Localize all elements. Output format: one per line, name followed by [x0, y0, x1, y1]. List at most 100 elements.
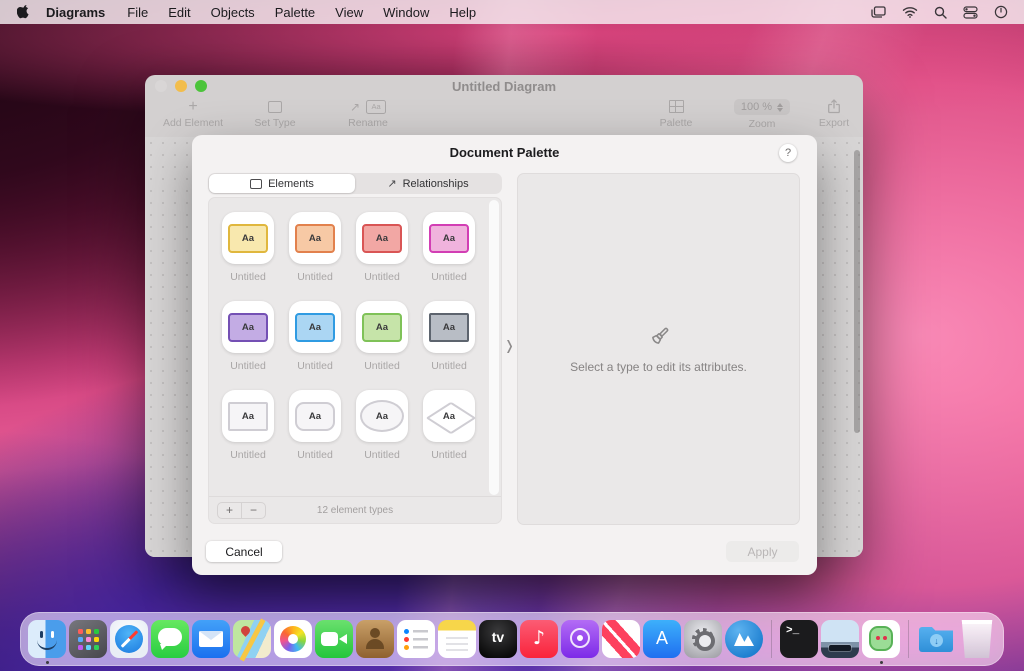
element-type-label: Untitled [431, 449, 467, 461]
element-type-card[interactable]: Aa [289, 301, 341, 353]
cancel-button[interactable]: Cancel [206, 541, 282, 562]
set-type-button[interactable]: Set Type [240, 99, 310, 129]
minimize-window-button[interactable] [175, 80, 187, 92]
tab-relationships[interactable]: ↗ Relationships [355, 174, 501, 193]
rename-aa-icon: Aa [366, 100, 386, 114]
zoom-window-button[interactable] [195, 80, 207, 92]
stepper-arrows-icon[interactable] [777, 103, 783, 112]
close-window-button[interactable] [155, 80, 167, 92]
help-button[interactable]: ? [779, 144, 797, 162]
dock-icon-mail[interactable] [192, 620, 230, 658]
dock-icon-screenshot[interactable] [821, 620, 859, 658]
element-type-card[interactable]: Aa [222, 212, 274, 264]
relationship-arrow-icon: ↗ [387, 177, 396, 190]
palette-left-panel: Elements ↗ Relationships Aa Untitled Aa Unt… [208, 173, 502, 524]
export-button[interactable]: Export [813, 99, 855, 129]
palette-button[interactable]: Palette [641, 99, 711, 129]
dock-icon-safari[interactable] [110, 620, 148, 658]
spotlight-search-icon[interactable] [934, 6, 947, 19]
dock-icon-downloads[interactable] [917, 620, 955, 658]
dock-icon-maps[interactable] [233, 620, 271, 658]
element-type-2: AaUntitled [356, 212, 408, 283]
roundrect-swatch: Aa [362, 224, 402, 253]
element-type-card[interactable]: Aa [289, 212, 341, 264]
list-scrollbar[interactable] [489, 200, 499, 495]
running-indicator [46, 661, 49, 664]
element-type-card[interactable]: Aa [356, 390, 408, 442]
zoom-stepper[interactable]: 100 % [734, 99, 790, 115]
element-type-card[interactable]: Aa [222, 390, 274, 442]
element-type-card[interactable]: Aa [423, 212, 475, 264]
apply-button[interactable]: Apply [726, 541, 799, 562]
wifi-icon[interactable] [902, 6, 918, 18]
sample-text: Aa [376, 322, 388, 333]
dock-icon-facetime[interactable] [315, 620, 353, 658]
window-scrollbar[interactable] [854, 150, 860, 433]
dock-icon-notes[interactable] [438, 620, 476, 658]
dock-divider [908, 620, 909, 658]
plus-icon: + [188, 100, 197, 113]
dock-icon-photos[interactable] [274, 620, 312, 658]
dock-icon-settings[interactable] [684, 620, 722, 658]
apple-menu-icon[interactable] [12, 5, 34, 20]
dock-icon-appletv[interactable] [479, 620, 517, 658]
dock-icon-appstore[interactable] [643, 620, 681, 658]
element-type-11: Aa Untitled [423, 390, 475, 461]
element-type-grid: AaUntitledAaUntitledAaUntitledAaUntitled… [209, 198, 501, 479]
sample-text: Aa [309, 411, 321, 422]
menu-item-file[interactable]: File [117, 5, 158, 20]
element-type-card[interactable]: Aa [423, 390, 475, 442]
sample-text: Aa [443, 322, 455, 333]
dock-icon-news[interactable] [602, 620, 640, 658]
diamond-swatch: Aa [429, 402, 469, 431]
rename-button[interactable]: ↗ Aa Rename [328, 99, 408, 129]
dock-icon-music[interactable] [520, 620, 558, 658]
dock-icon-podcasts[interactable] [561, 620, 599, 658]
element-type-card[interactable]: Aa [356, 212, 408, 264]
tab-elements[interactable]: Elements [209, 174, 355, 193]
element-type-label: Untitled [230, 449, 266, 461]
menu-item-objects[interactable]: Objects [201, 5, 265, 20]
menu-app-name[interactable]: Diagrams [36, 5, 115, 20]
palette-grid-icon [669, 100, 684, 113]
control-center-icon[interactable] [963, 6, 978, 19]
dock [20, 612, 1004, 666]
element-type-card[interactable]: Aa [356, 301, 408, 353]
document-palette-dialog: Document Palette ? Elements ↗ Relationsh… [192, 135, 817, 575]
palette-tabs: Elements ↗ Relationships [208, 173, 502, 194]
element-count-label: 12 element types [209, 505, 501, 516]
dock-icon-trash[interactable] [958, 620, 996, 658]
dock-icon-robot[interactable] [862, 620, 900, 658]
attributes-panel: Select a type to edit its attributes. [517, 173, 800, 525]
window-toolbar: + Add Element Set Type ↗ Aa Rename Palet… [145, 97, 863, 137]
dock-icon-diagrams[interactable] [725, 620, 763, 658]
dock-icon-contacts[interactable] [356, 620, 394, 658]
element-type-card[interactable]: Aa [289, 390, 341, 442]
dock-icon-finder[interactable] [28, 620, 66, 658]
element-type-label: Untitled [364, 449, 400, 461]
menu-item-window[interactable]: Window [373, 5, 439, 20]
menu-item-palette[interactable]: Palette [265, 5, 325, 20]
element-type-6: AaUntitled [356, 301, 408, 372]
element-type-9: AaUntitled [289, 390, 341, 461]
dock-icon-messages[interactable] [151, 620, 189, 658]
element-type-4: AaUntitled [222, 301, 274, 372]
element-type-card[interactable]: Aa [222, 301, 274, 353]
ellipse-swatch: Aa [360, 400, 404, 432]
dock-icon-launchpad[interactable] [69, 620, 107, 658]
element-type-card[interactable]: Aa [423, 301, 475, 353]
clock-icon[interactable] [994, 5, 1008, 19]
menu-item-help[interactable]: Help [439, 5, 486, 20]
menu-item-view[interactable]: View [325, 5, 373, 20]
sample-text: Aa [309, 233, 321, 244]
dock-icon-terminal[interactable] [780, 620, 818, 658]
collapse-panel-chevron-icon[interactable]: ❭ [504, 338, 515, 354]
add-element-button[interactable]: + Add Element [158, 99, 228, 129]
window-titlebar[interactable]: Untitled Diagram [145, 75, 863, 97]
sample-text: Aa [376, 411, 388, 422]
dock-icon-reminders[interactable] [397, 620, 435, 658]
zoom-control[interactable]: 100 % Zoom [717, 99, 807, 130]
list-footer: 12 element types + − [209, 496, 501, 523]
menu-item-edit[interactable]: Edit [158, 5, 200, 20]
mission-control-icon[interactable] [871, 6, 886, 18]
